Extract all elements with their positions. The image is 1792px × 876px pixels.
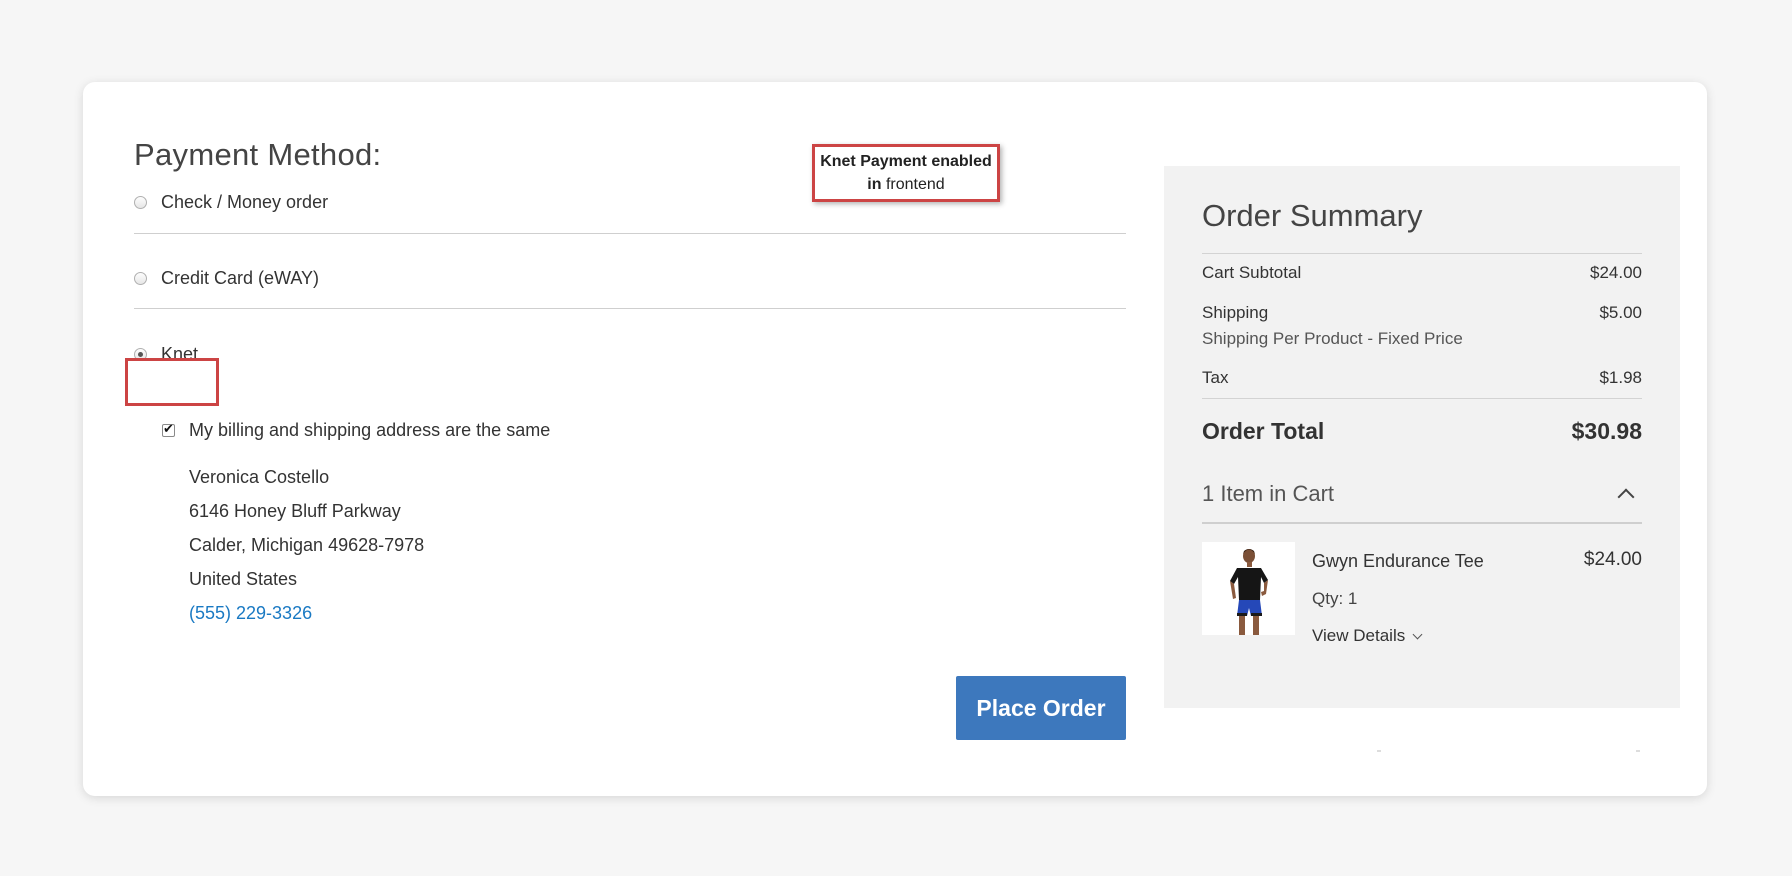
product-qty: Qty: 1 [1312, 589, 1358, 608]
eway-label[interactable]: Credit Card (eWAY) [161, 268, 319, 289]
order-total-value: $30.98 [1571, 418, 1642, 444]
knet-highlight-box [125, 358, 219, 406]
place-order-button[interactable]: Place Order [956, 676, 1126, 740]
shipping-row: Shipping $5.00 [1202, 303, 1642, 323]
order-summary: Order Summary Cart Subtotal $24.00 Shipp… [1164, 166, 1680, 708]
product-price: $24.00 [1583, 549, 1642, 570]
product-name: Gwyn Endurance Tee [1312, 551, 1484, 571]
address-city: Calder, Michigan 49628-7978 [189, 535, 425, 555]
payment-option-knet[interactable]: Knet [134, 344, 1126, 365]
payment-option-eway[interactable]: Credit Card (eWAY) [134, 268, 1126, 289]
summary-divider [1202, 522, 1642, 524]
address-name: Veronica Costello [189, 467, 330, 487]
view-details-label[interactable]: View Details [1312, 626, 1405, 646]
callout-line2-bold: in [867, 176, 882, 193]
product-thumbnail[interactable] [1202, 542, 1295, 635]
shipping-label: Shipping [1202, 303, 1269, 322]
address-phone-link[interactable]: (555) 229-3326 [189, 596, 424, 630]
order-summary-title: Order Summary [1202, 198, 1423, 233]
divider [134, 233, 1126, 234]
billing-same-checkbox[interactable] [162, 421, 175, 437]
tax-value: $1.98 [1599, 368, 1642, 387]
summary-divider [1202, 398, 1642, 399]
divider [1636, 750, 1640, 752]
callout-line1: Knet Payment enabled [820, 153, 992, 170]
cart-subtotal-value: $24.00 [1590, 263, 1642, 282]
checkout-card: Payment Method: Knet Payment enabled in … [83, 82, 1707, 796]
items-in-cart-label[interactable]: 1 Item in Cart [1202, 481, 1334, 507]
shipping-value: $5.00 [1599, 303, 1642, 322]
summary-divider [1202, 253, 1642, 254]
payment-method-title: Payment Method: [134, 137, 382, 172]
eway-radio[interactable] [134, 272, 147, 285]
address-country: United States [189, 569, 298, 589]
order-total-row: Order Total $30.98 [1202, 418, 1642, 445]
billing-same-option[interactable]: My billing and shipping address are the … [162, 420, 550, 441]
billing-address: Veronica Costello 6146 Honey Bluff Parkw… [189, 460, 424, 630]
shipping-method: Shipping Per Product - Fixed Price [1202, 329, 1463, 348]
address-street: 6146 Honey Bluff Parkway [189, 501, 401, 521]
callout-line2-rest: frontend [885, 176, 945, 193]
checkmo-radio[interactable] [134, 196, 147, 209]
order-total-label: Order Total [1202, 418, 1325, 444]
billing-same-label[interactable]: My billing and shipping address are the … [189, 420, 550, 441]
divider [1377, 750, 1381, 752]
chevron-down-icon[interactable] [1412, 629, 1423, 639]
tax-label: Tax [1202, 368, 1229, 387]
payment-option-checkmo[interactable]: Check / Money order [134, 192, 1126, 213]
divider [134, 308, 1126, 309]
cart-subtotal-label: Cart Subtotal [1202, 263, 1302, 282]
tax-row: Tax $1.98 [1202, 368, 1642, 388]
checkmo-label[interactable]: Check / Money order [161, 192, 328, 213]
items-in-cart-toggle[interactable]: 1 Item in Cart [1202, 481, 1642, 507]
chevron-up-icon[interactable] [1617, 488, 1635, 506]
product-image [1202, 542, 1295, 635]
view-details-toggle[interactable]: View Details [1312, 626, 1423, 646]
cart-subtotal-row: Cart Subtotal $24.00 [1202, 263, 1642, 283]
